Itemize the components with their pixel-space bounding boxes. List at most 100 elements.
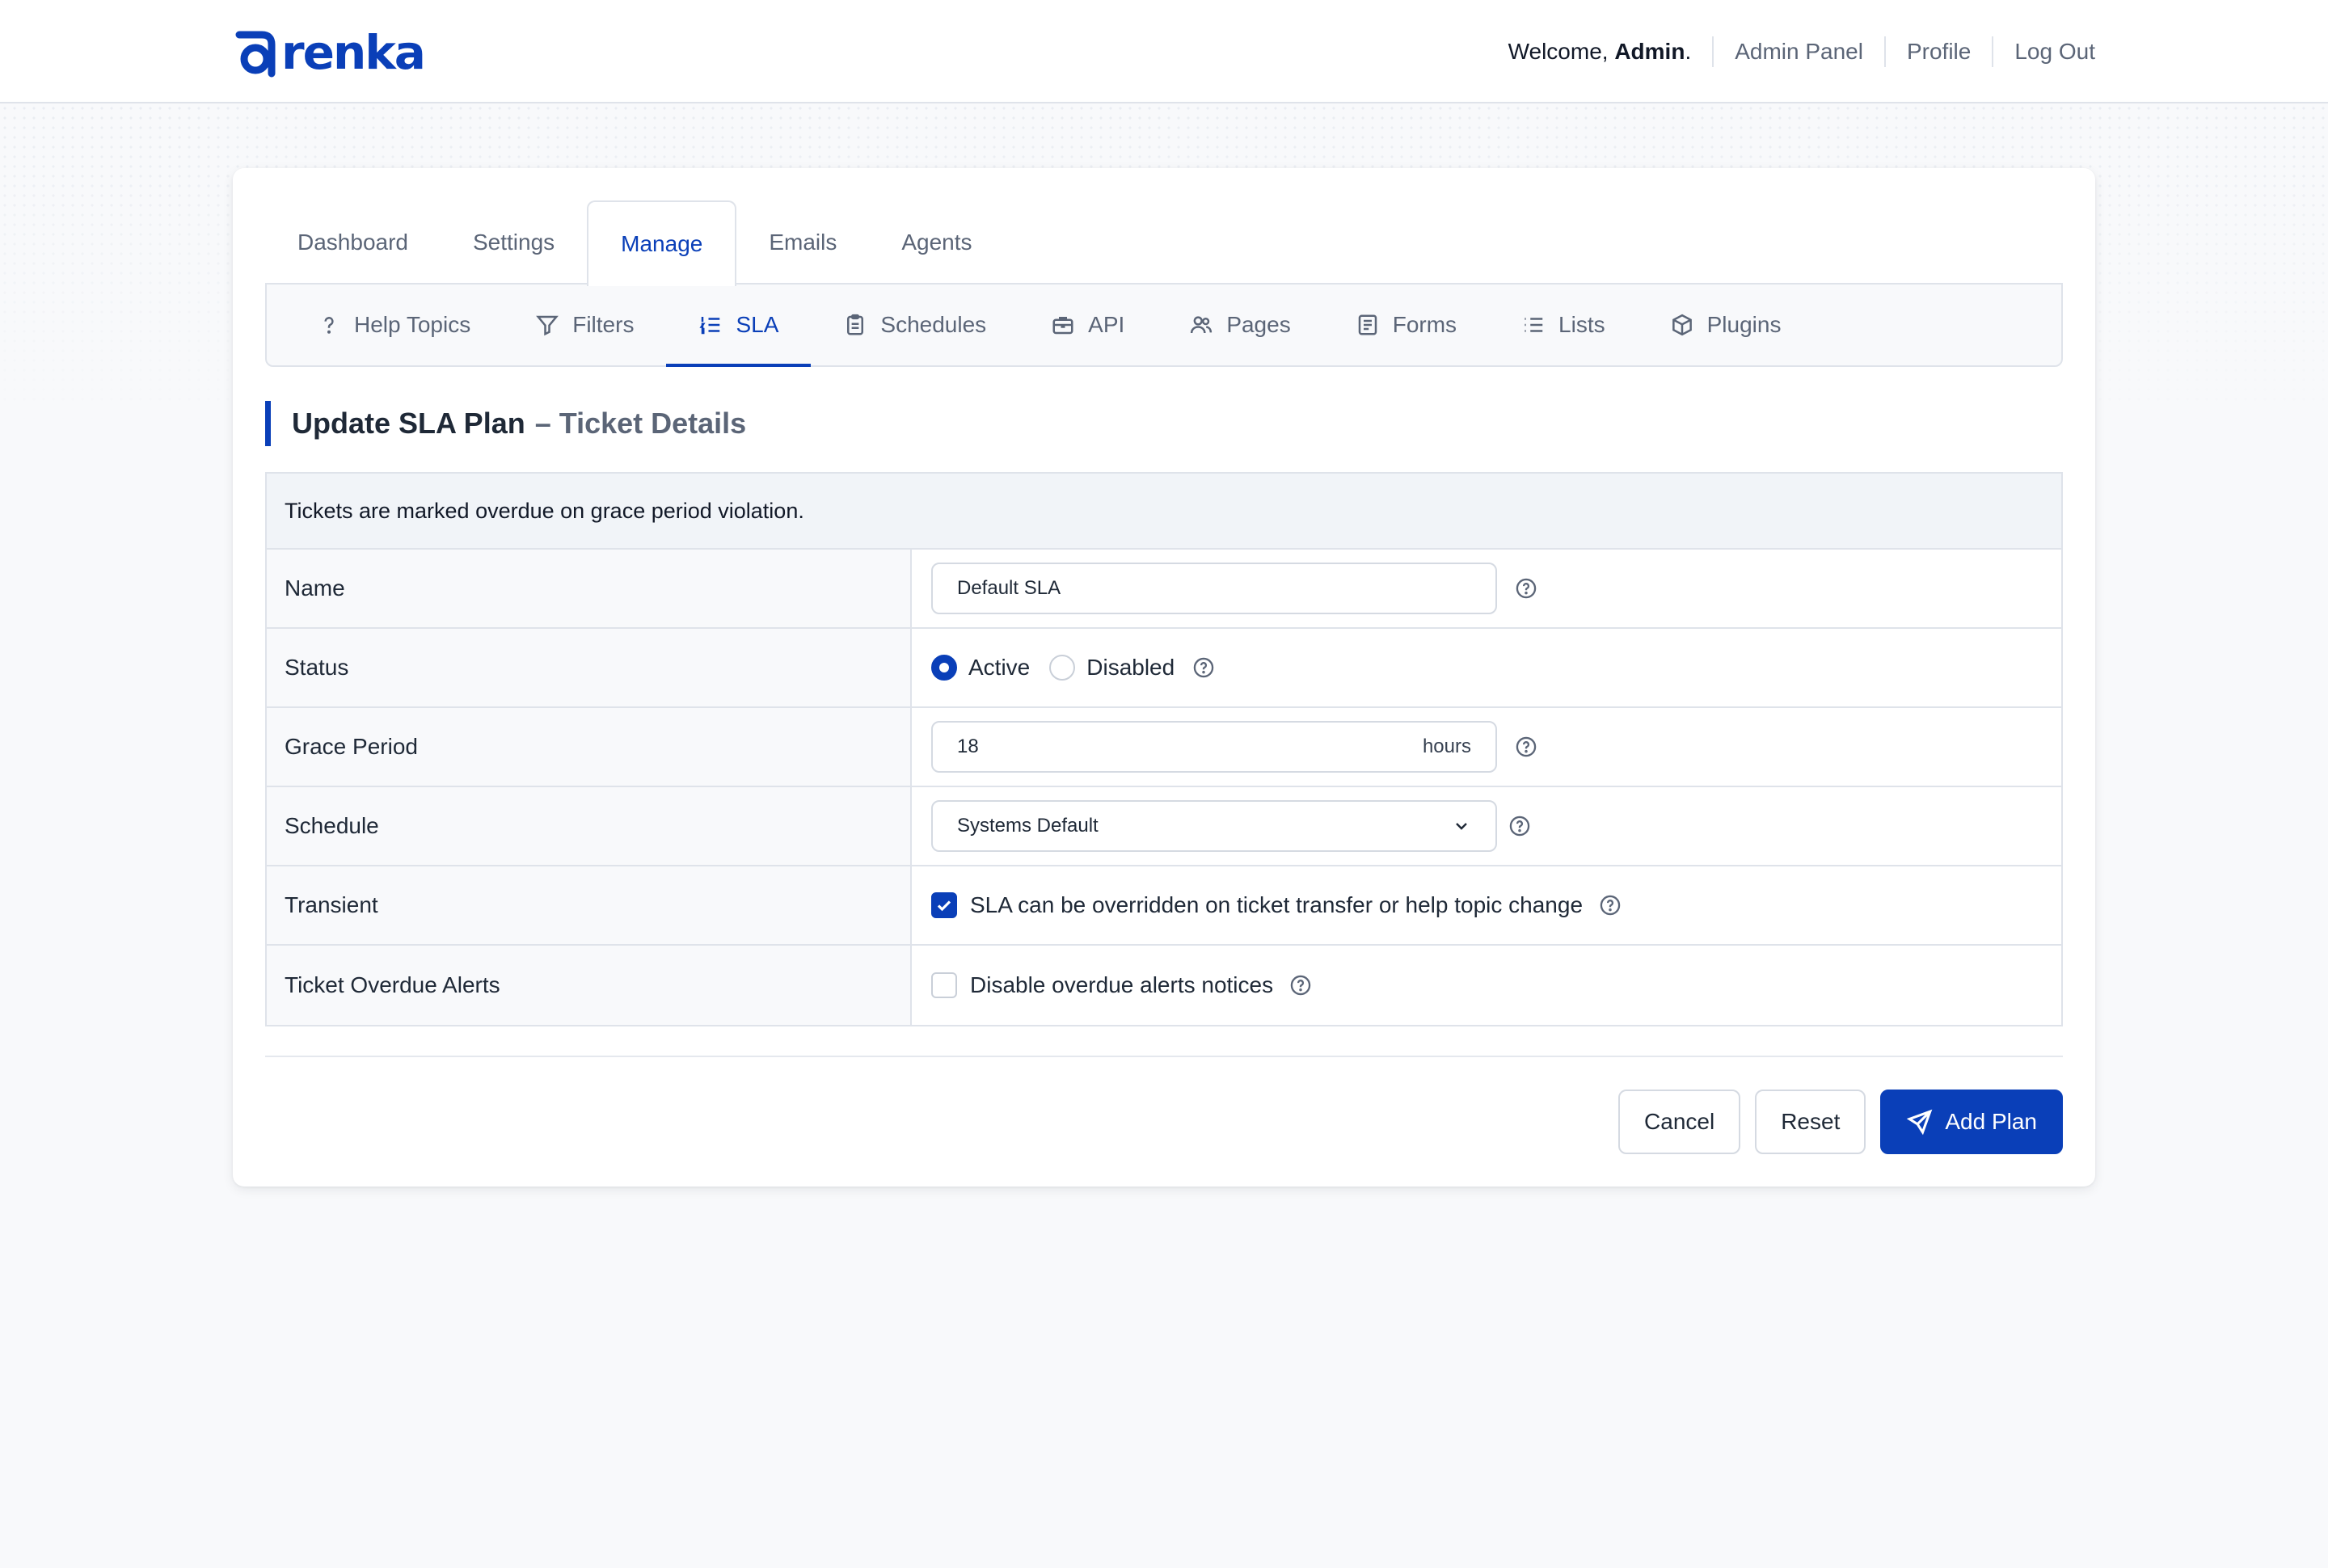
check-icon [937, 900, 951, 912]
radio-active[interactable] [931, 655, 957, 681]
transient-help-icon[interactable] [1599, 894, 1622, 917]
form-row-overdue-alerts: Ticket Overdue Alerts Disable overdue al… [267, 946, 2061, 1025]
cancel-button[interactable]: Cancel [1618, 1090, 1741, 1154]
tab-emails[interactable]: Emails [736, 200, 869, 285]
subnav-api[interactable]: API [1018, 285, 1157, 365]
overdue-field-cell: Disable overdue alerts notices [912, 946, 2061, 1025]
add-plan-label: Add Plan [1945, 1109, 2037, 1134]
status-field-cell: Active Disabled [912, 629, 2061, 706]
grace-period-label: Grace Period [267, 708, 912, 786]
status-label: Status [267, 629, 912, 706]
subnav-label: Help Topics [354, 312, 471, 337]
schedule-field-cell: Systems Default [912, 787, 2061, 865]
subnav-sla[interactable]: SLA [666, 285, 812, 367]
welcome-user: Admin [1614, 39, 1685, 64]
help-circle-icon [1193, 657, 1214, 678]
subnav-label: Schedules [880, 312, 987, 337]
schedule-select-value: Systems Default [957, 815, 1099, 837]
help-circle-icon [1509, 816, 1530, 837]
subnav-label: Plugins [1706, 312, 1782, 337]
tab-settings[interactable]: Settings [441, 200, 587, 285]
tab-dashboard[interactable]: Dashboard [265, 200, 441, 285]
top-bar: renka Welcome, Admin. Admin Panel Profil… [0, 0, 2328, 103]
status-help-icon[interactable] [1192, 656, 1215, 679]
clipboard-icon [847, 314, 864, 335]
transient-text: SLA can be overridden on ticket transfer… [970, 892, 1584, 917]
tab-manage[interactable]: Manage [587, 200, 737, 286]
welcome-prefix: Welcome, [1508, 39, 1609, 64]
subnav-filters[interactable]: Filters [503, 285, 666, 365]
subnav-pages[interactable]: Pages [1157, 285, 1322, 365]
form-row-name: Name Default SLA [267, 550, 2061, 629]
welcome-text: Welcome, Admin. [1508, 39, 1713, 65]
top-nav: Welcome, Admin. Admin Panel Profile Log … [1508, 29, 2095, 74]
tab-agents[interactable]: Agents [869, 200, 1004, 285]
transient-field-cell: SLA can be overridden on ticket transfer… [912, 866, 2061, 944]
name-input[interactable]: Default SLA [931, 563, 1497, 614]
brand-logo-icon [235, 31, 276, 78]
briefcase-icon [1052, 317, 1073, 335]
list-icon [1525, 318, 1543, 332]
subnav-lists[interactable]: Lists [1489, 285, 1638, 365]
help-circle-icon [1516, 736, 1537, 757]
question-icon [324, 317, 334, 334]
page-title: Update SLA Plan – Ticket Details [265, 401, 746, 446]
subnav-forms[interactable]: Forms [1323, 285, 1489, 365]
form-row-status: Status Active Disabled [267, 629, 2061, 708]
document-icon [1358, 314, 1377, 335]
page-title-main: Update SLA Plan [292, 407, 525, 440]
users-icon [1191, 316, 1212, 334]
name-field-cell: Default SLA [912, 550, 2061, 627]
help-circle-icon [1600, 895, 1621, 916]
name-input-value: Default SLA [957, 577, 1061, 599]
schedule-label: Schedule [267, 787, 912, 865]
sub-nav: Help Topics Filters SLA Schedules API Pa… [265, 283, 2063, 367]
cube-icon [1672, 314, 1692, 336]
brand-logo[interactable]: renka [233, 24, 426, 81]
add-plan-button[interactable]: Add Plan [1880, 1090, 2063, 1154]
grace-period-value: 18 [957, 736, 979, 757]
send-icon [1907, 1109, 1933, 1136]
help-circle-icon [1516, 578, 1537, 599]
admin-panel-link[interactable]: Admin Panel [1714, 39, 1884, 65]
form-notice: Tickets are marked overdue on grace peri… [267, 474, 2061, 550]
subnav-plugins[interactable]: Plugins [1638, 285, 1814, 365]
status-radio-active[interactable]: Active [931, 655, 1030, 681]
chevron-down-icon [1456, 823, 1467, 830]
overdue-alerts-label: Ticket Overdue Alerts [267, 946, 912, 1025]
reset-button[interactable]: Reset [1755, 1090, 1866, 1154]
subnav-label: Forms [1392, 312, 1457, 337]
sla-form: Tickets are marked overdue on grace peri… [265, 472, 2063, 1026]
grace-period-input[interactable]: 18 hours [931, 721, 1497, 773]
overdue-help-icon[interactable] [1289, 974, 1312, 997]
schedule-select[interactable]: Systems Default [931, 800, 1497, 852]
radio-disabled[interactable] [1049, 655, 1076, 681]
schedule-help-icon[interactable] [1508, 815, 1531, 837]
overdue-alerts-text: Disable overdue alerts notices [970, 972, 1274, 997]
radio-disabled-label: Disabled [1086, 655, 1175, 680]
filter-icon [536, 315, 559, 336]
subnav-schedules[interactable]: Schedules [811, 285, 1018, 365]
main-card: Dashboard Settings Manage Emails Agents … [233, 168, 2095, 1187]
form-row-schedule: Schedule Systems Default [267, 787, 2061, 866]
main-tabs: Dashboard Settings Manage Emails Agents [265, 200, 1005, 286]
transient-label: Transient [267, 866, 912, 944]
name-label: Name [267, 550, 912, 627]
name-help-icon[interactable] [1515, 577, 1537, 600]
transient-checkbox[interactable] [931, 892, 957, 918]
profile-link[interactable]: Profile [1886, 39, 1992, 65]
subnav-label: SLA [736, 312, 779, 337]
subnav-label: Filters [572, 312, 635, 337]
status-radio-disabled[interactable]: Disabled [1049, 655, 1175, 681]
brand-logo-text: renka [281, 25, 426, 80]
grace-help-icon[interactable] [1515, 736, 1537, 758]
form-row-grace-period: Grace Period 18 hours [267, 708, 2061, 787]
form-row-transient: Transient SLA can be overridden on ticke… [267, 866, 2061, 946]
form-actions: Cancel Reset Add Plan [1618, 1090, 2063, 1154]
overdue-alerts-checkbox[interactable] [931, 972, 957, 998]
subnav-help-topics[interactable]: Help Topics [285, 285, 503, 365]
radio-active-label: Active [968, 655, 1031, 680]
logout-link[interactable]: Log Out [1993, 39, 2095, 65]
list-ordered-icon [699, 317, 720, 335]
form-divider [265, 1056, 2063, 1057]
